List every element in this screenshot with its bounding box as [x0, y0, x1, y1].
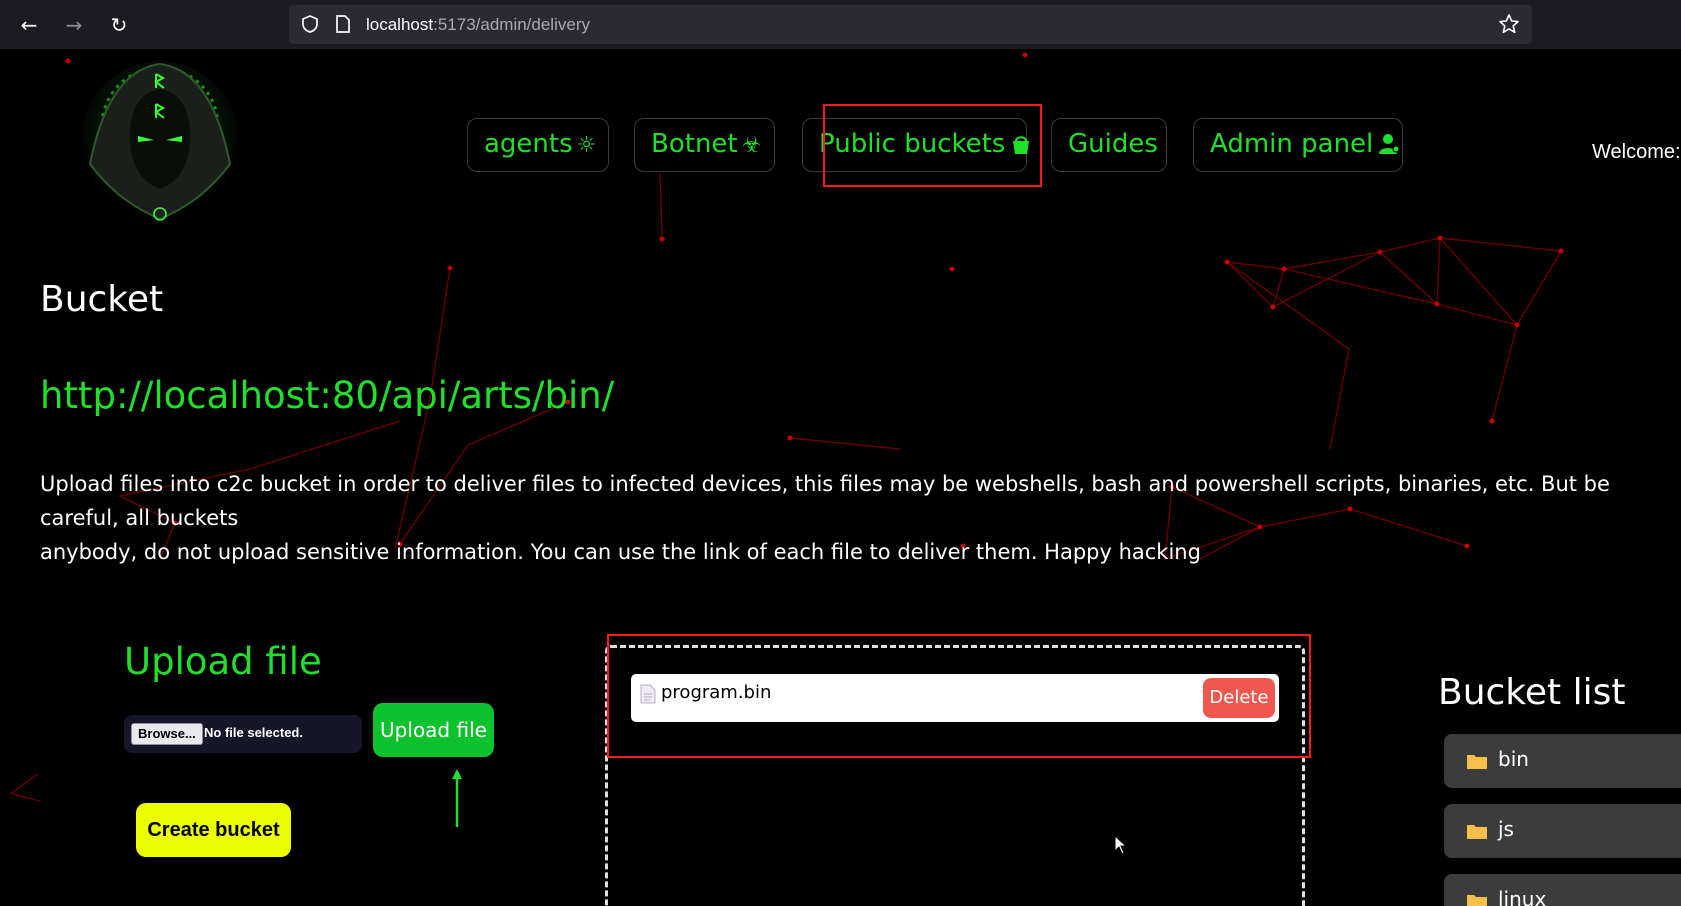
highlight-file-area: [607, 634, 1311, 758]
bucket-list-label: bin: [1498, 747, 1529, 771]
bucket-list-item-linux[interactable]: linux: [1444, 874, 1681, 906]
mouse-cursor-icon: [1114, 835, 1128, 855]
nav-botnet[interactable]: Botnet ☣: [634, 118, 775, 172]
annotation-arrow-icon: [452, 769, 462, 827]
page-content: agents ☼ Botnet ☣ Public buckets Guides Ad…: [0, 49, 1681, 906]
hooded-hacker-logo: [82, 61, 238, 221]
bookmark-star-icon[interactable]: [1498, 13, 1520, 35]
robot-icon: ☣: [741, 133, 762, 158]
bucket-url-link[interactable]: http://localhost:80/api/arts/bin/: [40, 374, 614, 417]
nav-botnet-label: Botnet: [651, 129, 738, 159]
forward-arrow-icon[interactable]: →: [59, 10, 89, 40]
welcome-text: Welcome:: [1592, 141, 1681, 163]
nav-agents[interactable]: agents ☼: [467, 118, 609, 172]
bucket-list-label: js: [1498, 817, 1514, 841]
bucket-list-item-js[interactable]: js: [1444, 804, 1681, 858]
upload-file-heading: Upload file: [124, 640, 322, 683]
address-bar[interactable]: localhost:5173/admin/delivery: [289, 5, 1532, 44]
file-picker[interactable]: Browse... No file selected.: [124, 715, 362, 753]
virus-icon: ☼: [576, 133, 597, 158]
folder-icon: [1467, 895, 1487, 906]
nav-guides-label: Guides: [1068, 129, 1158, 159]
nav-admin-panel-label: Admin panel: [1210, 129, 1374, 159]
admin-user-icon: [1379, 134, 1400, 154]
folder-icon: [1467, 825, 1487, 839]
back-arrow-icon[interactable]: ←: [14, 10, 44, 40]
page-icon[interactable]: [334, 14, 352, 34]
upload-file-button[interactable]: Upload file: [373, 703, 494, 757]
highlight-public-buckets: [823, 104, 1042, 187]
url-text[interactable]: localhost:5173/admin/delivery: [366, 15, 590, 35]
bucket-list-heading: Bucket list: [1438, 672, 1626, 713]
bucket-heading: Bucket: [40, 279, 164, 320]
browser-toolbar: ← → ↻ localhost:5173/admin/delivery: [0, 0, 1681, 49]
reload-icon[interactable]: ↻: [104, 10, 134, 40]
no-file-selected-text: No file selected.: [204, 725, 303, 740]
nav-admin-panel[interactable]: Admin panel: [1193, 118, 1403, 172]
browse-button[interactable]: Browse...: [131, 723, 203, 745]
folder-icon: [1467, 755, 1487, 769]
bucket-list-item-bin[interactable]: bin: [1444, 734, 1681, 788]
bucket-list-label: linux: [1498, 887, 1547, 906]
create-bucket-button[interactable]: Create bucket: [136, 803, 291, 857]
shield-icon[interactable]: [300, 14, 320, 34]
nav-guides[interactable]: Guides: [1051, 118, 1167, 172]
bucket-description: Upload files into c2c bucket in order to…: [40, 472, 1610, 564]
nav-agents-label: agents: [484, 129, 573, 159]
